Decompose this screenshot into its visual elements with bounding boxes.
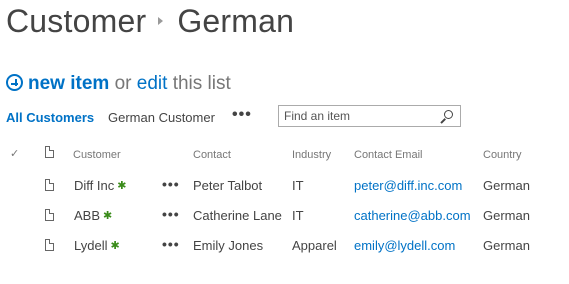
document-icon — [45, 239, 54, 251]
document-icon — [45, 179, 54, 191]
new-item-link[interactable]: new item — [28, 73, 109, 94]
this-list-text: this list — [172, 73, 231, 94]
or-text: or — [114, 73, 132, 94]
search-box[interactable] — [278, 105, 461, 127]
contact-cell: Peter Talbot — [193, 178, 263, 193]
document-icon — [45, 209, 54, 221]
customer-name[interactable]: Diff Inc — [74, 178, 114, 193]
view-german-customer[interactable]: German Customer — [108, 110, 215, 125]
select-all-check-icon[interactable]: ✓ — [10, 147, 19, 160]
view-title: German — [177, 3, 295, 39]
edit-list-link[interactable]: edit — [137, 73, 168, 94]
email-link[interactable]: catherine@abb.com — [354, 208, 471, 223]
contact-cell: Emily Jones — [193, 238, 264, 253]
row-menu-button[interactable]: ••• — [162, 236, 180, 252]
row-menu-button[interactable]: ••• — [162, 176, 180, 192]
more-views-button[interactable]: ••• — [232, 106, 252, 124]
column-header-contact[interactable]: Contact — [193, 149, 231, 161]
breadcrumb-separator-icon — [158, 16, 164, 25]
row-menu-button[interactable]: ••• — [162, 206, 180, 222]
customer-name[interactable]: ABB — [74, 208, 100, 223]
contact-cell: Catherine Lane — [193, 208, 282, 223]
country-cell: German — [483, 208, 530, 223]
page-title: Customer German — [6, 3, 294, 40]
email-link[interactable]: emily@lydell.com — [354, 238, 455, 253]
new-item-bar: new item or edit this list — [6, 72, 231, 95]
search-input[interactable] — [284, 109, 434, 123]
email-link[interactable]: peter@diff.inc.com — [354, 178, 462, 193]
column-header-industry[interactable]: Industry — [292, 149, 331, 161]
table-row-customer[interactable]: Diff Inc ✱ — [74, 178, 126, 193]
table-row-customer[interactable]: ABB ✱ — [74, 208, 112, 223]
new-item-icon: ✱ — [117, 180, 127, 192]
search-icon[interactable] — [444, 110, 453, 119]
add-circle-icon[interactable] — [6, 74, 23, 91]
new-item-icon: ✱ — [103, 210, 113, 222]
industry-cell: Apparel — [292, 238, 337, 253]
industry-cell: IT — [292, 208, 304, 223]
country-cell: German — [483, 178, 530, 193]
list-title: Customer — [6, 3, 147, 39]
view-all-customers[interactable]: All Customers — [6, 110, 94, 125]
column-header-contact-email[interactable]: Contact Email — [354, 149, 422, 161]
country-cell: German — [483, 238, 530, 253]
table-row-customer[interactable]: Lydell ✱ — [74, 238, 120, 253]
column-header-country[interactable]: Country — [483, 149, 522, 161]
column-header-customer[interactable]: Customer — [73, 149, 121, 161]
industry-cell: IT — [292, 178, 304, 193]
customer-name[interactable]: Lydell — [74, 238, 107, 253]
document-type-icon — [45, 146, 54, 158]
new-item-icon: ✱ — [110, 240, 120, 252]
